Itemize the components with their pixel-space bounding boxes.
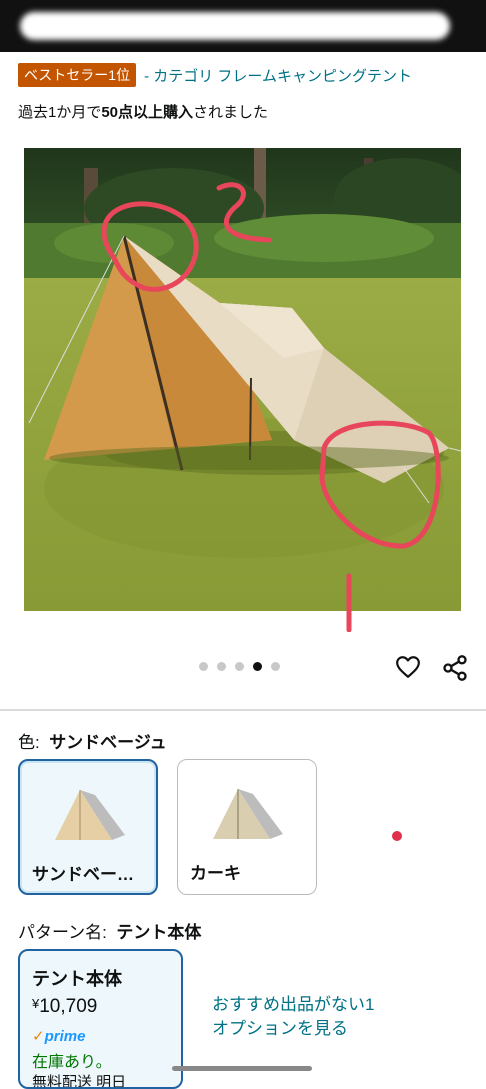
pager-dot[interactable]	[235, 662, 244, 671]
prime-check-icon: ✓	[32, 1028, 45, 1045]
annotation-dot	[392, 831, 402, 841]
purchase-note-prefix: 過去1か月で	[18, 104, 102, 121]
product-image[interactable]	[24, 148, 461, 611]
pattern-option-card[interactable]: テント本体 ¥10,709 ✓prime 在庫あり。 無料配送 明日	[18, 949, 183, 1089]
color-label: 色: サンドベージュ	[18, 728, 167, 753]
category-link[interactable]: - カテゴリ フレームキャンピングテント	[144, 65, 412, 86]
color-option-khaki[interactable]: カーキ	[177, 759, 317, 895]
pager-dot[interactable]	[217, 662, 226, 671]
share-icon[interactable]	[441, 654, 469, 682]
status-bar	[0, 0, 486, 52]
pattern-label: パターン名: テント本体	[18, 918, 201, 943]
prime-label: prime	[44, 1028, 86, 1045]
pattern-label-key: パターン名:	[18, 923, 107, 942]
color-label-key: 色:	[18, 733, 40, 752]
tent-thumbnail	[55, 790, 125, 840]
bestseller-badge: ベストセラー1位	[18, 63, 137, 87]
redacted-scribble	[20, 12, 450, 40]
annotation-mark	[346, 573, 352, 632]
shipping-info: 無料配送 明日	[32, 1074, 127, 1089]
pattern-selected-value: テント本体	[116, 923, 202, 942]
stock-status: 在庫あり。	[32, 1054, 112, 1071]
color-option-sand-beige[interactable]: サンドベー…	[18, 759, 158, 895]
color-selected-value: サンドベージュ	[49, 733, 167, 752]
option-title: テント本体	[32, 969, 122, 989]
tent-thumbnail	[213, 789, 283, 839]
home-indicator[interactable]	[172, 1066, 312, 1071]
option-price: ¥10,709	[32, 996, 97, 1018]
purchase-note-count: 50点以上購入	[101, 104, 194, 121]
price-value: 10,709	[39, 996, 98, 1017]
more-offers-link[interactable]: おすすめ出品がない1オプションを見る	[212, 993, 382, 1041]
section-divider	[0, 709, 486, 711]
bestseller-row: ベストセラー1位 - カテゴリ フレームキャンピングテント	[18, 63, 412, 87]
pager-dot[interactable]	[199, 662, 208, 671]
purchase-note: 過去1か月で50点以上購入されました	[18, 101, 268, 122]
image-pager[interactable]	[199, 662, 280, 671]
prime-badge: ✓prime	[32, 1027, 85, 1045]
pager-dot-active[interactable]	[253, 662, 262, 671]
pager-dot[interactable]	[271, 662, 280, 671]
color-option-label: カーキ	[190, 864, 241, 883]
color-option-label: サンドベー…	[32, 865, 134, 884]
heart-icon[interactable]	[395, 654, 421, 680]
purchase-note-suffix: されました	[193, 104, 269, 121]
